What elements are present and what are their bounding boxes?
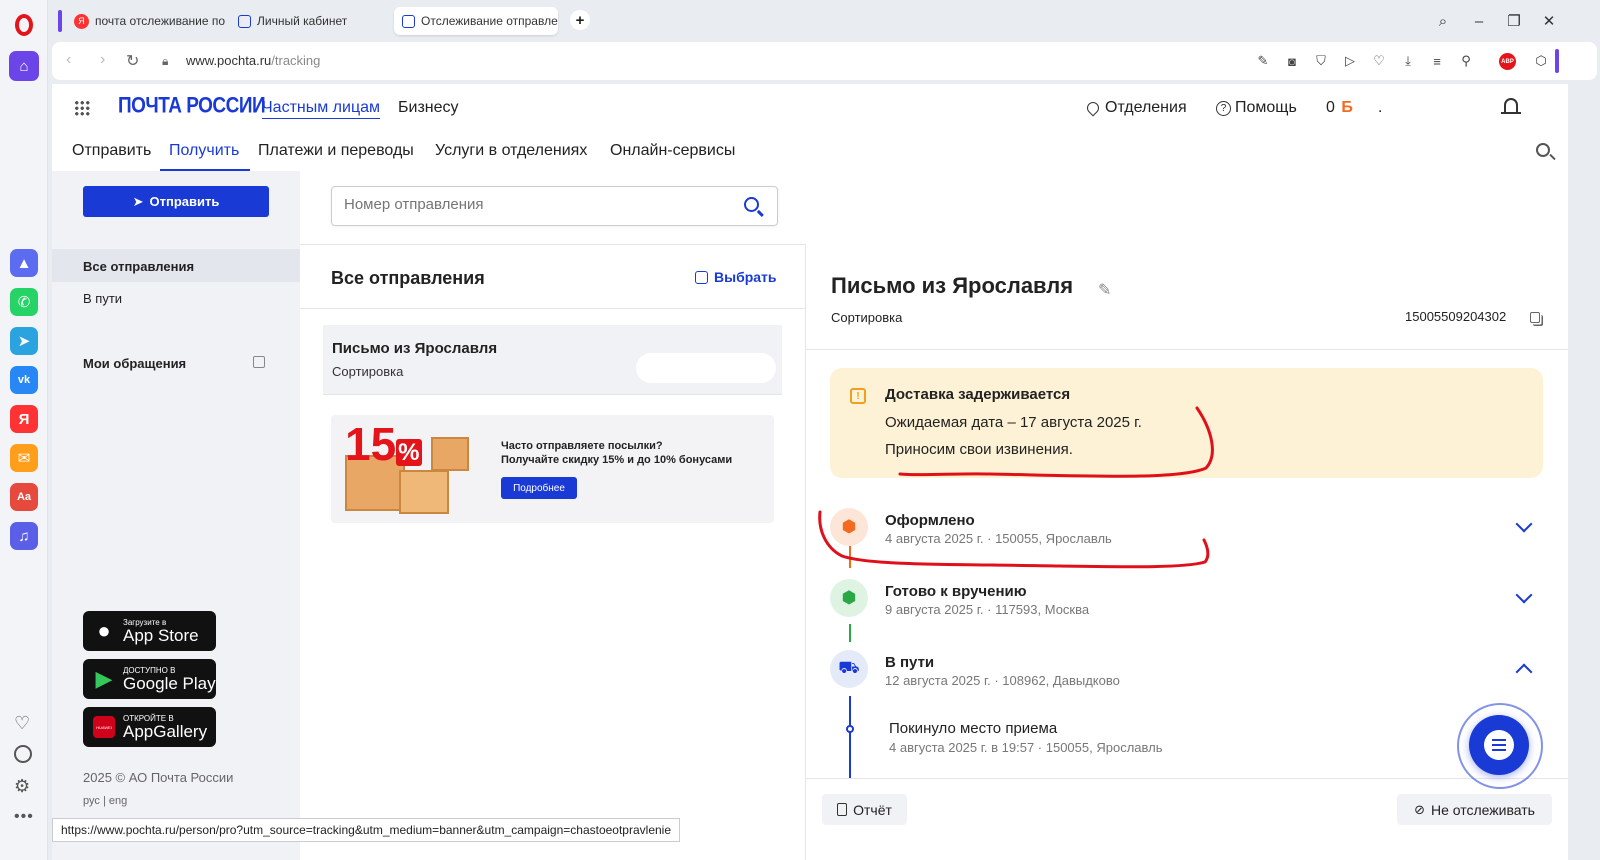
status-bar-url: https://www.pochta.ru/person/pro?utm_sou… [52,818,681,842]
annotation-stroke-2 [818,510,1210,569]
red-annotations [818,406,1214,569]
annotation-stroke-1 [898,406,1214,478]
